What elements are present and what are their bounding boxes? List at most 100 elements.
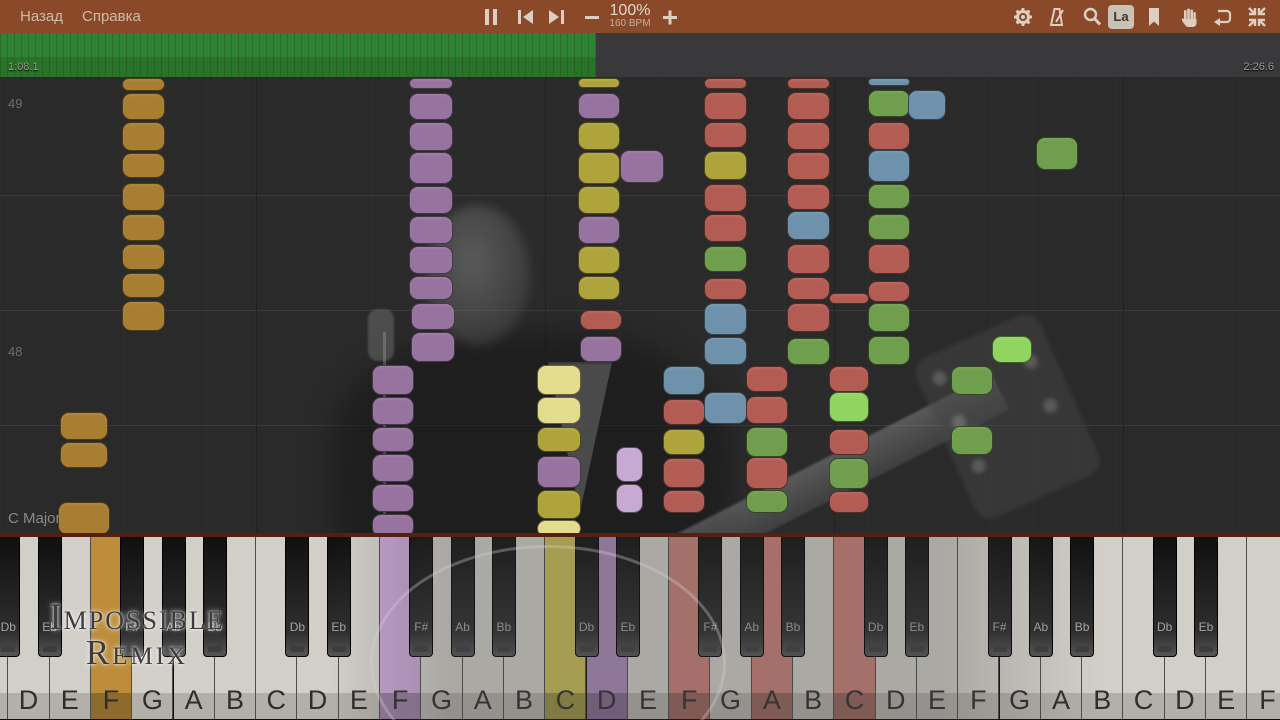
note-block-orange <box>58 502 110 535</box>
black-key-Db[interactable]: Db <box>863 535 888 657</box>
note-block-green <box>746 490 788 513</box>
hand-drag-icon[interactable] <box>1177 5 1201 29</box>
note-block-yellow <box>578 276 620 300</box>
note-block-blue <box>868 150 910 182</box>
help-button[interactable]: Справка <box>82 0 141 33</box>
note-block-red <box>663 399 705 425</box>
note-block-green <box>1036 137 1078 170</box>
note-block-yellow <box>537 490 581 519</box>
black-key-Db[interactable]: Db <box>1152 535 1177 657</box>
black-key-label: F# <box>414 620 429 634</box>
pause-icon[interactable] <box>479 5 503 29</box>
settings-gear-icon[interactable] <box>1011 5 1035 29</box>
black-key-F#[interactable]: F# <box>698 535 723 657</box>
octave-line <box>1123 77 1124 535</box>
metronome-icon[interactable] <box>1045 5 1069 29</box>
note-block-orange <box>122 301 165 331</box>
white-key-label: A <box>473 685 492 715</box>
black-key-Ab[interactable]: Ab <box>739 535 764 657</box>
measure-line <box>0 425 1280 426</box>
tempo-minus-icon[interactable] <box>580 5 604 29</box>
black-key-F#[interactable]: F# <box>409 535 434 657</box>
zoom-magnifier-icon[interactable] <box>1080 5 1104 29</box>
note-block-purple <box>409 216 453 244</box>
note-block-purple <box>372 397 414 425</box>
note-names-la-icon[interactable]: La <box>1108 5 1134 29</box>
black-key-label: Ab <box>166 620 181 634</box>
black-key-label: Eb <box>42 620 57 634</box>
note-block-red <box>663 490 705 513</box>
white-key-label: F <box>1259 685 1276 715</box>
note-block-yellow <box>537 427 581 452</box>
synthesia-window: Назад Справка 100% 160 BPM La 1:08.1 2:2… <box>0 0 1280 720</box>
bookmark-icon[interactable] <box>1142 5 1166 29</box>
note-block-orange <box>122 153 165 178</box>
note-block-orange <box>122 93 165 120</box>
note-block-yellow <box>578 186 620 214</box>
octave-line <box>256 77 257 535</box>
collapse-fullscreen-icon[interactable] <box>1245 5 1269 29</box>
black-key-Eb[interactable]: Eb <box>615 535 640 657</box>
note-block-yellow <box>663 429 705 455</box>
note-block-yellow <box>704 151 747 180</box>
white-key-label: D <box>18 685 39 715</box>
white-key-label: A <box>762 685 781 715</box>
black-key-label: Db <box>867 620 884 634</box>
loop-icon[interactable] <box>1210 5 1234 29</box>
note-block-red <box>787 244 830 274</box>
note-block-blue <box>704 303 747 335</box>
black-key-Bb[interactable]: Bb <box>1070 535 1095 657</box>
note-block-blue <box>908 90 946 120</box>
remaining-time: 2:26.6 <box>1243 61 1274 73</box>
note-block-red <box>580 310 622 330</box>
note-block-purple <box>409 122 453 151</box>
white-key-label: A <box>1051 685 1070 715</box>
note-block-purple <box>580 336 622 362</box>
note-block-yellowBright <box>537 365 581 395</box>
note-block-purple <box>372 427 414 452</box>
note-block-orange <box>122 122 165 151</box>
note-block-red <box>787 152 830 180</box>
note-block-orange <box>60 412 108 440</box>
note-block-green <box>868 303 910 332</box>
black-key-Bb[interactable]: Bb <box>781 535 805 657</box>
measure-number: 48 <box>8 344 23 359</box>
progress-bar[interactable]: 1:08.1 2:26.6 <box>0 33 1280 77</box>
black-key-Eb[interactable]: Eb <box>37 535 62 657</box>
black-key-Ab[interactable]: Ab <box>161 535 186 657</box>
black-key-Db[interactable]: Db <box>574 535 599 657</box>
white-key-label: A <box>184 685 203 715</box>
white-key-label: E <box>349 685 368 715</box>
black-key-Db[interactable]: Db <box>285 535 310 657</box>
note-block-red <box>787 303 830 332</box>
note-block-greenBright <box>992 336 1032 363</box>
black-key-Ab[interactable]: Ab <box>450 535 475 657</box>
note-block-green <box>868 336 910 365</box>
note-block-green <box>829 458 869 489</box>
black-key-F#[interactable]: F# <box>987 535 1012 657</box>
black-key-F#[interactable]: F# <box>120 535 145 657</box>
black-key-Bb[interactable]: Bb <box>202 535 227 657</box>
back-button[interactable]: Назад <box>20 0 63 33</box>
tempo-bpm: 160 BPM <box>609 18 651 29</box>
skip-to-start-icon[interactable] <box>513 5 537 29</box>
black-key-Ab[interactable]: Ab <box>1028 535 1053 657</box>
black-key-label: Ab <box>455 620 470 634</box>
black-key-Eb[interactable]: Eb <box>904 535 929 657</box>
note-block-purple <box>409 152 453 184</box>
black-key-Db[interactable]: Db <box>0 535 21 657</box>
black-key-Eb[interactable]: Eb <box>326 535 351 657</box>
note-block-yellow <box>578 78 620 88</box>
white-key-label: E <box>638 685 657 715</box>
black-key-label: Bb <box>207 620 223 634</box>
black-key-label: F# <box>992 620 1007 634</box>
black-key-Bb[interactable]: Bb <box>491 535 516 657</box>
black-key-label: Bb <box>1074 620 1090 634</box>
black-key-Eb[interactable]: Eb <box>1194 535 1218 657</box>
measure-number: 49 <box>8 96 23 111</box>
note-block-red <box>704 122 747 148</box>
white-key-F[interactable]: F <box>1247 535 1280 719</box>
tempo-plus-icon[interactable] <box>658 5 682 29</box>
black-key-label: Db <box>1157 620 1173 634</box>
skip-to-end-icon[interactable] <box>545 5 569 29</box>
